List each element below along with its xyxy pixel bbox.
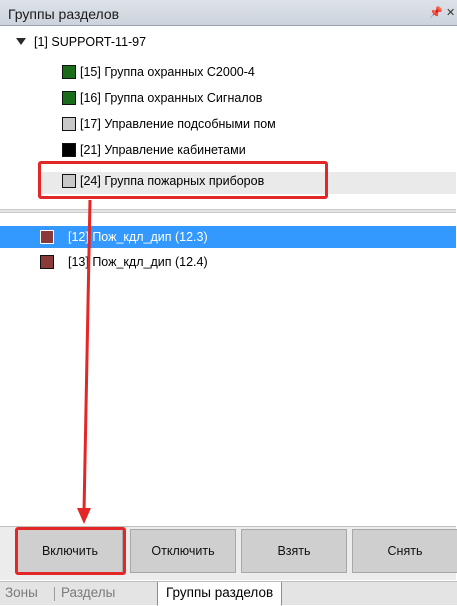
bottom-tabs: Зоны Разделы Группы разделов xyxy=(0,581,457,606)
list-item-label: [13] Пож_кдл_дип (12.4) xyxy=(68,255,208,269)
close-icon[interactable]: ✕ xyxy=(446,6,455,19)
disarm-button[interactable]: Снять xyxy=(352,529,457,573)
group-color-swatch xyxy=(62,91,76,105)
tree-root-item[interactable]: [1] SUPPORT-11-97 xyxy=(34,32,146,52)
tree-item-16[interactable]: [16] Группа охранных Сигналов xyxy=(80,88,262,108)
tree-item-17[interactable]: [17] Управление подсобными пом xyxy=(80,114,276,134)
zone-label-selected: [12] Пож_кдл_дип (12.3) xyxy=(68,227,208,247)
annotation-box-group xyxy=(38,161,328,199)
panel-titlebar: Группы разделов 📌 ✕ xyxy=(0,0,457,26)
collapse-chevron-icon[interactable] xyxy=(16,38,26,45)
list-item-label: [12] Пож_кдл_дип (12.3) xyxy=(68,230,208,244)
arm-button[interactable]: Взять xyxy=(241,529,347,573)
zone-color-swatch xyxy=(40,255,54,269)
tree-item-label: [16] Группа охранных Сигналов xyxy=(80,91,263,105)
tree-item-label: [15] Группа охранных С2000-4 xyxy=(80,65,255,79)
annotation-box-enable xyxy=(15,527,126,575)
tree-item-label: [17] Управление подсобными пом xyxy=(80,117,276,131)
disable-button[interactable]: Отключить xyxy=(130,529,236,573)
panel-title: Группы разделов xyxy=(8,6,120,22)
tree-item-15[interactable]: [15] Группа охранных С2000-4 xyxy=(80,62,255,82)
pin-icon[interactable]: 📌 xyxy=(429,6,443,19)
tab-sections[interactable]: Разделы xyxy=(61,582,115,605)
tab-section-groups[interactable]: Группы разделов xyxy=(157,582,283,606)
tree-item-21[interactable]: [21] Управление кабинетами xyxy=(80,140,246,160)
tab-separator xyxy=(54,587,55,601)
group-color-swatch xyxy=(62,117,76,131)
group-color-swatch xyxy=(62,143,76,157)
tree-item-label: [21] Управление кабинетами xyxy=(80,143,246,157)
tab-zones[interactable]: Зоны xyxy=(5,582,38,605)
zone-label: [13] Пож_кдл_дип (12.4) xyxy=(68,252,208,272)
zone-color-swatch xyxy=(40,230,54,244)
group-color-swatch xyxy=(62,65,76,79)
tree-root-label: [1] SUPPORT-11-97 xyxy=(34,35,147,49)
